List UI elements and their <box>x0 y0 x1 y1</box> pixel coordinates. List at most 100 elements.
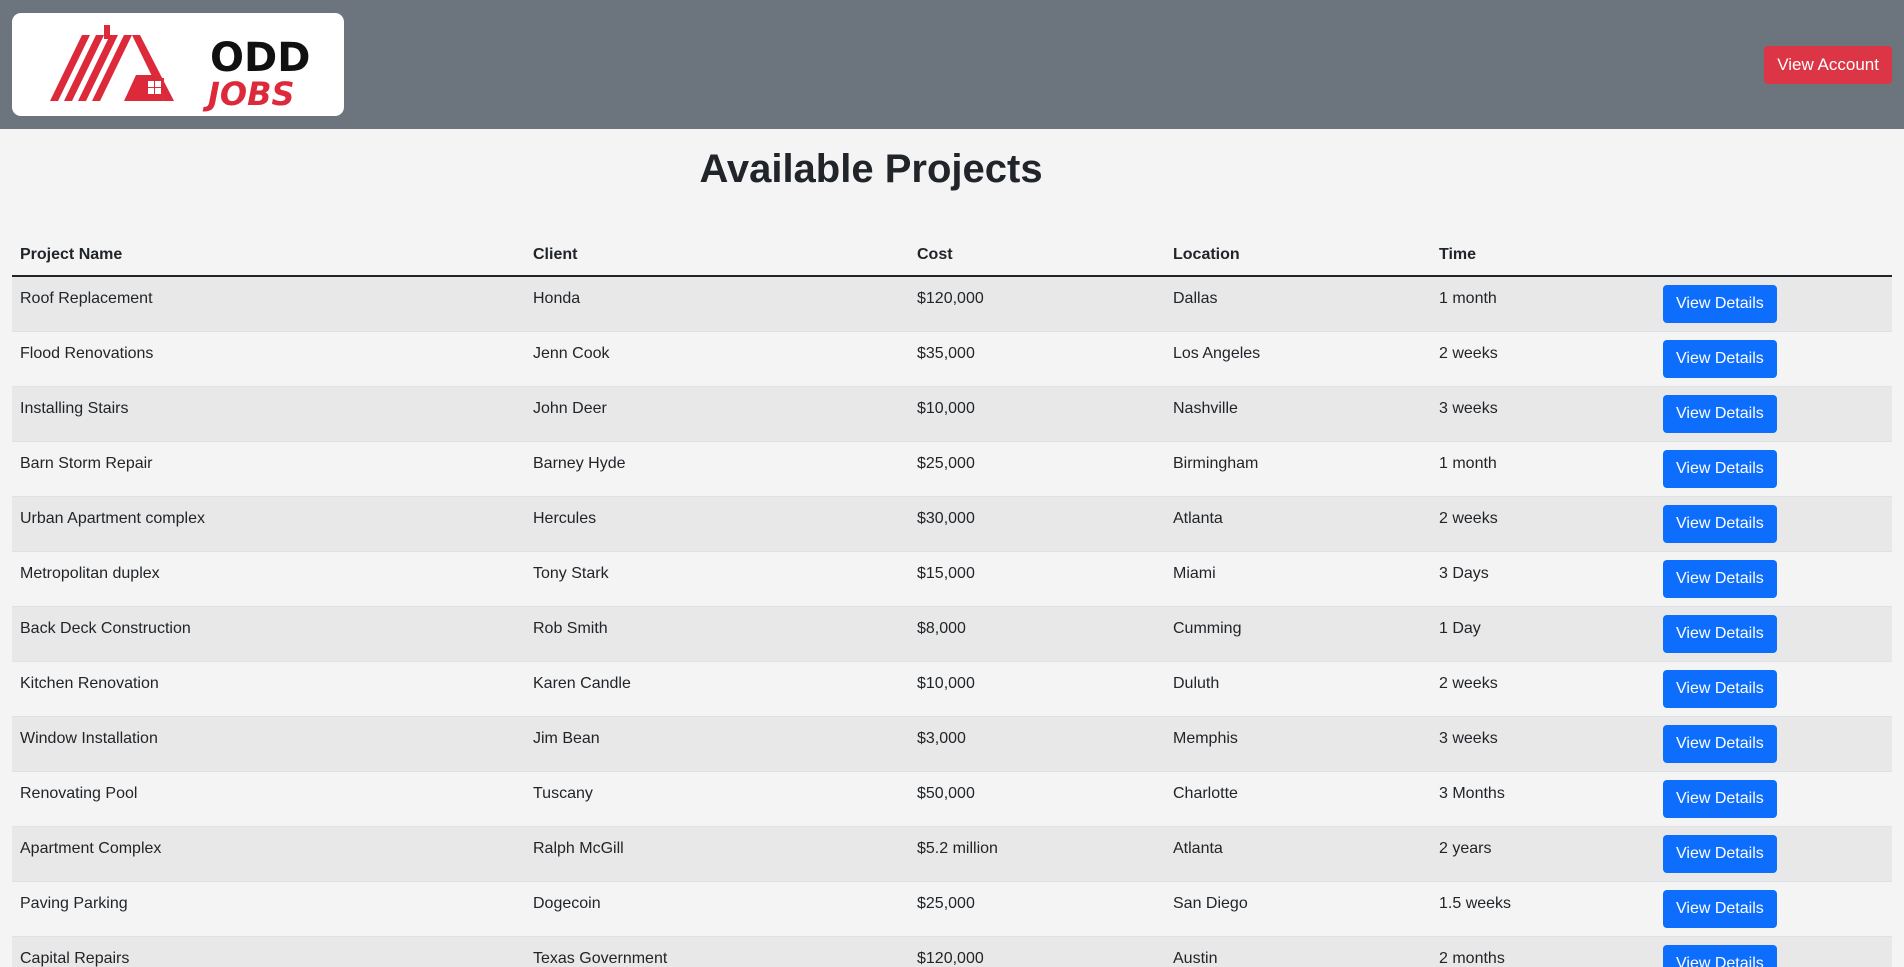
project-name-cell: Installing Stairs <box>12 386 525 442</box>
client-cell: Jenn Cook <box>525 331 909 387</box>
cost-cell: $30,000 <box>909 496 1165 552</box>
table-row: Renovating Pool Tuscany $50,000 Charlotte 3 … <box>12 771 1892 827</box>
action-cell: View Details <box>1655 551 1892 607</box>
table-row: Paving Parking Dogecoin $25,000 San Diego 1.… <box>12 881 1892 937</box>
location-cell: San Diego <box>1165 881 1431 937</box>
project-name-cell: Flood Renovations <box>12 331 525 387</box>
project-name-cell: Kitchen Renovation <box>12 661 525 717</box>
odd-jobs-logo[interactable]: ODD JOBS <box>12 13 344 116</box>
location-cell: Atlanta <box>1165 826 1431 882</box>
view-details-button[interactable]: View Details <box>1663 504 1777 543</box>
action-cell: View Details <box>1655 881 1892 937</box>
time-cell: 2 weeks <box>1431 496 1655 552</box>
time-cell: 1 Day <box>1431 606 1655 662</box>
action-cell: View Details <box>1655 496 1892 552</box>
view-details-button[interactable]: View Details <box>1663 669 1777 708</box>
cost-cell: $10,000 <box>909 661 1165 717</box>
location-cell: Atlanta <box>1165 496 1431 552</box>
time-cell: 1 month <box>1431 441 1655 497</box>
project-name-cell: Metropolitan duplex <box>12 551 525 607</box>
column-header-location: Location <box>1165 235 1431 277</box>
cost-cell: $15,000 <box>909 551 1165 607</box>
projects-table-body: Roof Replacement Honda $120,000 Dallas 1 mon… <box>12 276 1892 967</box>
location-cell: Memphis <box>1165 716 1431 772</box>
action-cell: View Details <box>1655 661 1892 717</box>
location-cell: Duluth <box>1165 661 1431 717</box>
table-row: Installing Stairs John Deer $10,000 Nashvil… <box>12 386 1892 442</box>
action-cell: View Details <box>1655 771 1892 827</box>
location-cell: Miami <box>1165 551 1431 607</box>
table-row: Back Deck Construction Rob Smith $8,000 Cum… <box>12 606 1892 662</box>
table-row: Kitchen Renovation Karen Candle $10,000 Dul… <box>12 661 1892 717</box>
column-header-client: Client <box>525 235 909 277</box>
table-row: Metropolitan duplex Tony Stark $15,000 Miam… <box>12 551 1892 607</box>
table-row: Capital Repairs Texas Government $120,000 A… <box>12 936 1892 967</box>
client-cell: Barney Hyde <box>525 441 909 497</box>
house-roof-logo-icon: ODD JOBS <box>50 25 310 113</box>
action-cell: View Details <box>1655 826 1892 882</box>
client-cell: Honda <box>525 276 909 332</box>
cost-cell: $25,000 <box>909 441 1165 497</box>
project-name-cell: Apartment Complex <box>12 826 525 882</box>
view-details-button[interactable]: View Details <box>1663 339 1777 378</box>
action-cell: View Details <box>1655 606 1892 662</box>
project-name-cell: Renovating Pool <box>12 771 525 827</box>
client-cell: Karen Candle <box>525 661 909 717</box>
view-details-button[interactable]: View Details <box>1663 944 1777 967</box>
view-details-button[interactable]: View Details <box>1663 449 1777 488</box>
cost-cell: $8,000 <box>909 606 1165 662</box>
view-account-button[interactable]: View Account <box>1764 46 1892 84</box>
cost-cell: $120,000 <box>909 276 1165 332</box>
action-cell: View Details <box>1655 936 1892 967</box>
cost-cell: $50,000 <box>909 771 1165 827</box>
action-cell: View Details <box>1655 276 1892 332</box>
time-cell: 2 months <box>1431 936 1655 967</box>
cost-cell: $3,000 <box>909 716 1165 772</box>
cost-cell: $35,000 <box>909 331 1165 387</box>
client-cell: Ralph McGill <box>525 826 909 882</box>
cost-cell: $25,000 <box>909 881 1165 937</box>
project-name-cell: Paving Parking <box>12 881 525 937</box>
view-details-button[interactable]: View Details <box>1663 559 1777 598</box>
project-name-cell: Window Installation <box>12 716 525 772</box>
client-cell: Texas Government <box>525 936 909 967</box>
view-details-button[interactable]: View Details <box>1663 889 1777 928</box>
time-cell: 3 weeks <box>1431 716 1655 772</box>
client-cell: Tony Stark <box>525 551 909 607</box>
location-cell: Birmingham <box>1165 441 1431 497</box>
view-details-button[interactable]: View Details <box>1663 614 1777 653</box>
cost-cell: $120,000 <box>909 936 1165 967</box>
project-name-cell: Back Deck Construction <box>12 606 525 662</box>
time-cell: 2 weeks <box>1431 661 1655 717</box>
client-cell: Dogecoin <box>525 881 909 937</box>
page-title: Available Projects <box>699 147 1043 191</box>
view-details-button[interactable]: View Details <box>1663 779 1777 818</box>
view-details-button[interactable]: View Details <box>1663 834 1777 873</box>
location-cell: Charlotte <box>1165 771 1431 827</box>
time-cell: 2 years <box>1431 826 1655 882</box>
project-name-cell: Roof Replacement <box>12 276 525 332</box>
table-row: Flood Renovations Jenn Cook $35,000 Los Ang… <box>12 331 1892 387</box>
logo-text-bottom: JOBS <box>202 75 295 113</box>
table-row: Window Installation Jim Bean $3,000 Memphis… <box>12 716 1892 772</box>
client-cell: John Deer <box>525 386 909 442</box>
column-header-time: Time <box>1431 235 1655 277</box>
location-cell: Cumming <box>1165 606 1431 662</box>
location-cell: Austin <box>1165 936 1431 967</box>
column-header-cost: Cost <box>909 235 1165 277</box>
table-row: Apartment Complex Ralph McGill $5.2 millio… <box>12 826 1892 882</box>
cost-cell: $10,000 <box>909 386 1165 442</box>
top-navbar: ODD JOBS View Account <box>0 0 1904 129</box>
table-row: Barn Storm Repair Barney Hyde $25,000 Birmi… <box>12 441 1892 497</box>
action-cell: View Details <box>1655 441 1892 497</box>
client-cell: Hercules <box>525 496 909 552</box>
time-cell: 1.5 weeks <box>1431 881 1655 937</box>
action-cell: View Details <box>1655 716 1892 772</box>
view-details-button[interactable]: View Details <box>1663 285 1777 323</box>
view-details-button[interactable]: View Details <box>1663 724 1777 763</box>
table-row: Urban Apartment complex Hercules $30,000 At… <box>12 496 1892 552</box>
view-details-button[interactable]: View Details <box>1663 394 1777 433</box>
column-header-project-name: Project Name <box>12 235 525 277</box>
time-cell: 3 Months <box>1431 771 1655 827</box>
client-cell: Tuscany <box>525 771 909 827</box>
